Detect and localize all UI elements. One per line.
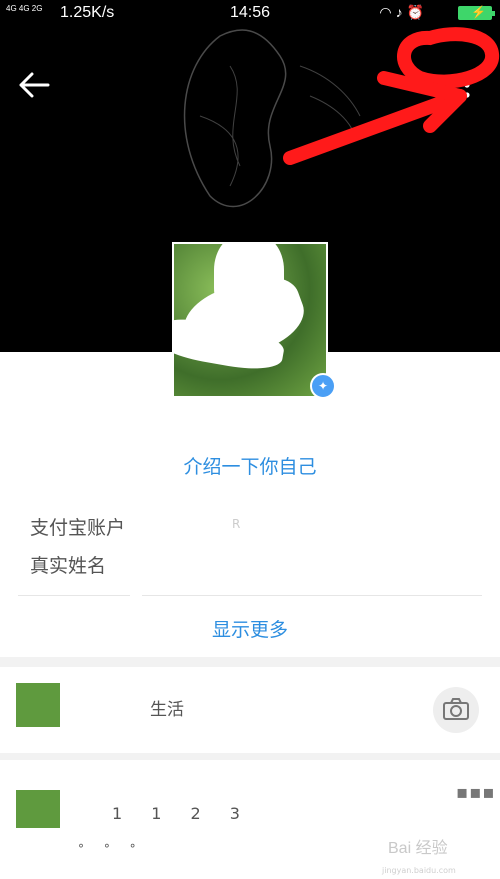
life-thumbnail (16, 683, 60, 727)
watermark: Bai 经验 (388, 840, 448, 857)
life-label: 生活 (150, 700, 184, 720)
divider (18, 595, 130, 596)
back-button[interactable] (18, 72, 52, 98)
battery-icon: ⚡ (458, 5, 495, 20)
intro-yourself-link[interactable]: 介绍一下你自己 (0, 452, 500, 479)
life-section[interactable]: 生活 (0, 667, 500, 753)
verified-badge-icon: ✦ (310, 373, 336, 399)
album-section[interactable]: 1 1 2 3 ° ° ° ▪▪▪ (0, 760, 500, 879)
album-counter: 1 1 2 3 (112, 804, 252, 823)
status-icons: ◠♪⏰ (379, 4, 428, 21)
headset-icon: ◠ (379, 4, 396, 20)
arrow-left-icon (19, 72, 50, 98)
charging-icon: ⚡ (471, 5, 486, 19)
avatar-image (174, 244, 326, 396)
watermark-url: jingyan.baidu.com (382, 866, 456, 875)
camera-button[interactable] (433, 687, 479, 733)
show-more-button[interactable]: 显示更多 (0, 615, 500, 642)
alipay-account-value: R (232, 517, 241, 531)
more-options-button[interactable] (455, 68, 479, 102)
album-thumbnail (16, 790, 60, 828)
section-gap (0, 657, 500, 667)
avatar[interactable] (172, 242, 328, 398)
album-indicator: ° ° ° (78, 842, 144, 856)
alipay-account-label: 支付宝账户 (30, 517, 126, 539)
real-name-label: 真实姓名 (30, 555, 107, 577)
more-vertical-icon (464, 72, 470, 98)
alarm-icon: ⏰ (406, 4, 428, 20)
divider (142, 595, 482, 596)
bell-off-icon: ♪ (395, 4, 407, 20)
cover-sketch-image (183, 29, 361, 208)
status-bar: 4G 4G 2G 1.25K/s 14:56 ◠♪⏰ ⚡ (0, 0, 500, 26)
camera-icon (443, 698, 469, 720)
section-gap (0, 753, 500, 760)
more-horizontal-icon[interactable]: ▪▪▪ (456, 782, 496, 803)
